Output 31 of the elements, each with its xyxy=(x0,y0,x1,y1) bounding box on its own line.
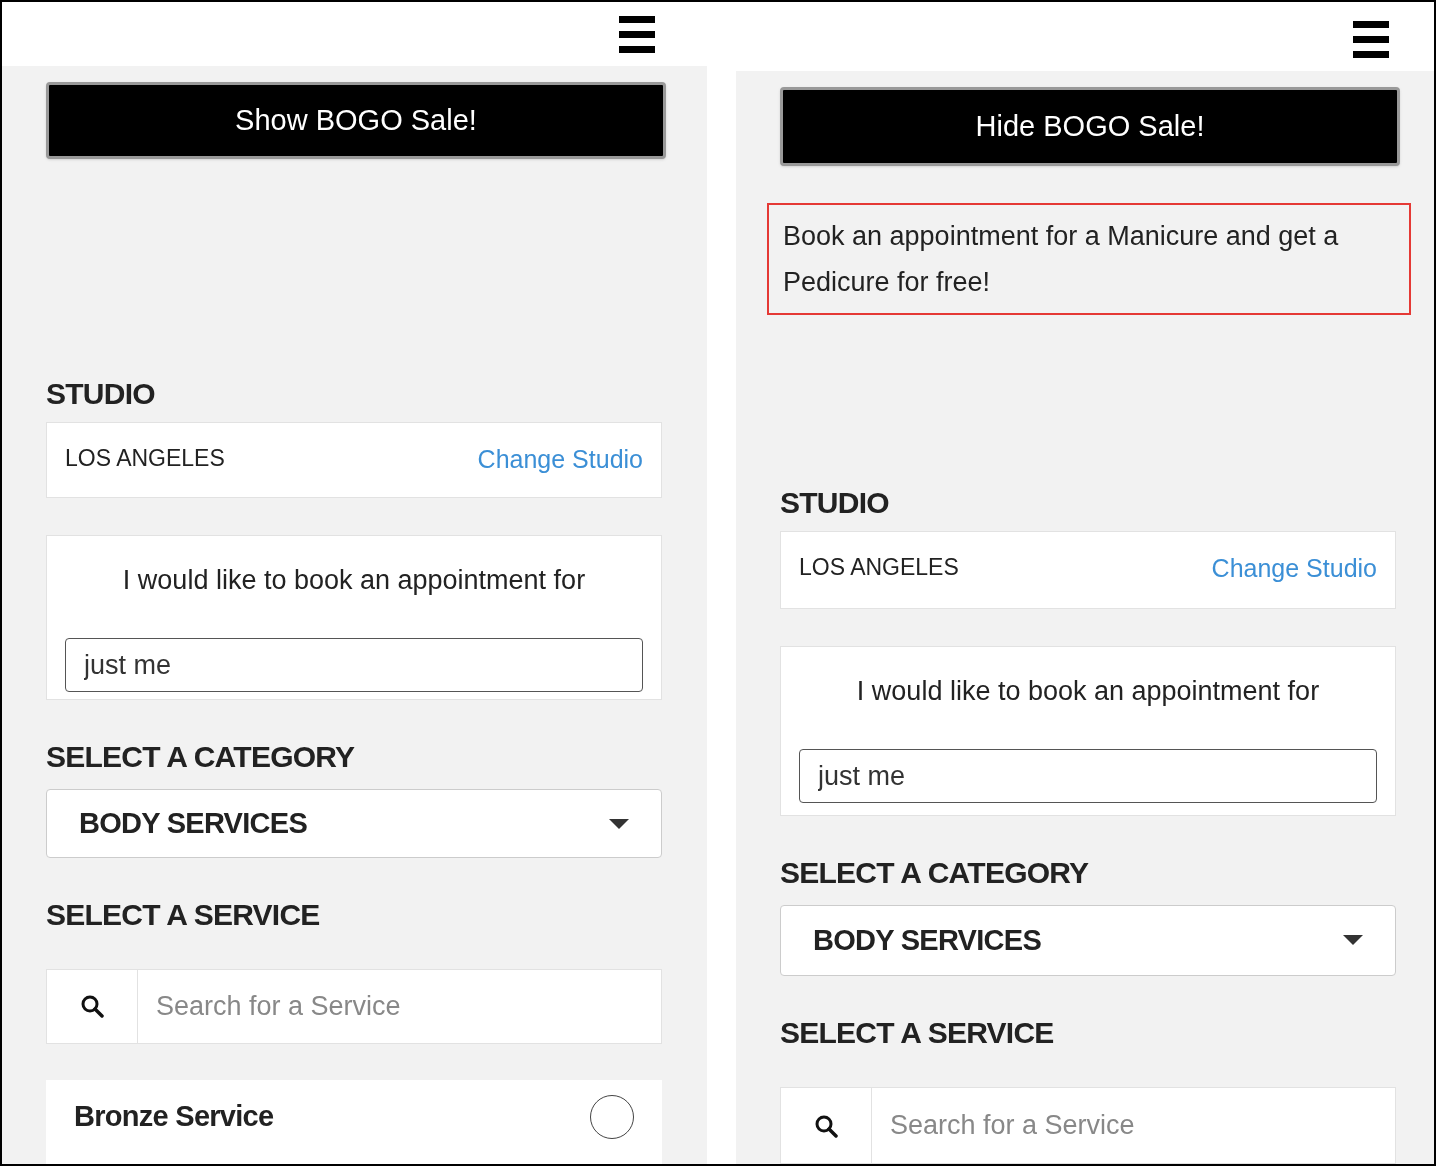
category-select[interactable]: BODY SERVICES xyxy=(780,904,1396,977)
party-field[interactable]: just me xyxy=(799,749,1377,804)
section-heading: STUDIO xyxy=(46,375,156,412)
studio-name: LOS ANGELES xyxy=(65,443,225,473)
category-value: BODY SERVICES xyxy=(79,805,308,841)
service-option[interactable]: Bronze Service xyxy=(46,1079,662,1164)
appointment-prompt: I would like to book an appointment for xyxy=(122,563,586,597)
search-field[interactable]: Search for a Service xyxy=(138,969,662,1044)
caret-icon xyxy=(609,818,629,829)
studio-name: LOS ANGELES xyxy=(799,553,959,583)
promo-message: Book an appointment for a Manicure and get a Pedicure for free! xyxy=(767,203,1411,316)
search-icon xyxy=(80,994,104,1019)
search-field[interactable]: Search for a Service xyxy=(872,1087,1396,1164)
bogo-button[interactable]: Show BOGO Sale! xyxy=(46,82,666,159)
menu-icon[interactable] xyxy=(1353,21,1389,59)
section-heading: SELECT A SERVICE xyxy=(46,897,321,934)
section-heading: SELECT A SERVICE xyxy=(780,1015,1055,1052)
section-heading: SELECT A CATEGORY xyxy=(780,854,1090,891)
service-name: Bronze Service xyxy=(74,1099,274,1135)
party-field[interactable]: just me xyxy=(65,638,643,693)
section-heading: STUDIO xyxy=(780,485,890,522)
menu-icon[interactable] xyxy=(619,16,655,54)
category-select[interactable]: BODY SERVICES xyxy=(46,789,662,859)
search-button[interactable] xyxy=(46,969,138,1044)
caret-icon xyxy=(1343,935,1363,946)
category-value: BODY SERVICES xyxy=(813,922,1042,958)
section-heading: SELECT A CATEGORY xyxy=(46,739,356,776)
search-icon xyxy=(814,1113,838,1138)
search-button[interactable] xyxy=(780,1087,872,1164)
appointment-prompt: I would like to book an appointment for xyxy=(856,674,1320,708)
bogo-button[interactable]: Hide BOGO Sale! xyxy=(780,87,1400,167)
